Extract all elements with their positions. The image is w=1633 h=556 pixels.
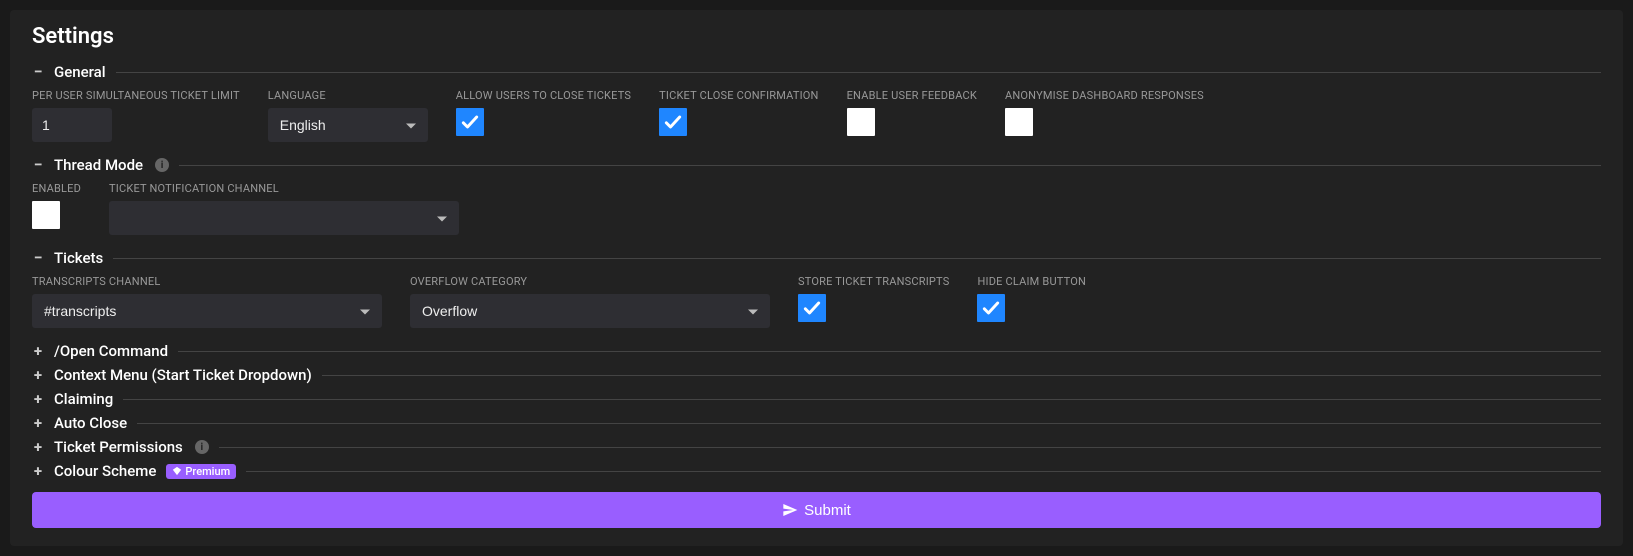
section-title: Claiming <box>54 390 113 408</box>
section-header-thread-mode[interactable]: − Thread Mode i <box>32 156 1601 174</box>
divider <box>219 447 1601 448</box>
section-body-thread-mode: ENABLED TICKET NOTIFICATION CHANNEL <box>32 182 1601 235</box>
section-body-general: PER USER SIMULTANEOUS TICKET LIMIT LANGU… <box>32 89 1601 142</box>
field-hide-claim: HIDE CLAIM BUTTON <box>977 275 1086 328</box>
section-title: Thread Mode <box>54 156 143 174</box>
section-header-open-command[interactable]: + /Open Command <box>32 342 1601 360</box>
expand-icon: + <box>32 440 44 455</box>
section-header-context-menu[interactable]: + Context Menu (Start Ticket Dropdown) <box>32 366 1601 384</box>
submit-label: Submit <box>804 502 851 519</box>
expand-icon: + <box>32 416 44 431</box>
section-title: Colour Scheme <box>54 462 156 480</box>
field-overflow-category: OVERFLOW CATEGORY Overflow <box>410 275 770 328</box>
close-confirm-checkbox[interactable] <box>659 108 687 136</box>
field-thread-enabled: ENABLED <box>32 182 81 235</box>
expand-icon: + <box>32 344 44 359</box>
section-header-auto-close[interactable]: + Auto Close <box>32 414 1601 432</box>
info-icon[interactable]: i <box>155 158 169 172</box>
field-label: ENABLE USER FEEDBACK <box>847 89 977 102</box>
section-title: Context Menu (Start Ticket Dropdown) <box>54 366 312 384</box>
ticket-limit-input[interactable] <box>32 108 112 142</box>
user-feedback-checkbox[interactable] <box>847 108 875 136</box>
thread-enabled-checkbox[interactable] <box>32 201 60 229</box>
field-store-transcripts: STORE TICKET TRANSCRIPTS <box>798 275 949 328</box>
paper-plane-icon <box>782 502 798 518</box>
transcripts-channel-select[interactable]: #transcripts <box>32 294 382 328</box>
check-icon <box>981 298 1001 318</box>
collapse-icon: − <box>32 250 44 266</box>
field-label: STORE TICKET TRANSCRIPTS <box>798 275 949 288</box>
check-icon <box>663 112 683 132</box>
info-icon[interactable]: i <box>195 440 209 454</box>
field-anonymise: ANONYMISE DASHBOARD RESPONSES <box>1005 89 1204 142</box>
field-label: TRANSCRIPTS CHANNEL <box>32 275 382 288</box>
section-header-tickets[interactable]: − Tickets <box>32 249 1601 267</box>
store-transcripts-checkbox[interactable] <box>798 294 826 322</box>
section-body-tickets: TRANSCRIPTS CHANNEL #transcripts OVERFLO… <box>32 275 1601 328</box>
section-title: General <box>54 63 106 81</box>
field-label: LANGUAGE <box>268 89 428 102</box>
settings-panel: Settings − General PER USER SIMULTANEOUS… <box>10 10 1623 546</box>
field-label: PER USER SIMULTANEOUS TICKET LIMIT <box>32 89 240 102</box>
diamond-icon <box>172 466 182 476</box>
field-label: OVERFLOW CATEGORY <box>410 275 770 288</box>
notif-channel-select[interactable] <box>109 201 459 235</box>
anonymise-checkbox[interactable] <box>1005 108 1033 136</box>
page-title: Settings <box>32 24 1601 49</box>
field-ticket-limit: PER USER SIMULTANEOUS TICKET LIMIT <box>32 89 240 142</box>
section-title: Ticket Permissions <box>54 438 183 456</box>
allow-close-checkbox[interactable] <box>456 108 484 136</box>
expand-icon: + <box>32 464 44 479</box>
section-header-general[interactable]: − General <box>32 63 1601 81</box>
field-close-confirm: TICKET CLOSE CONFIRMATION <box>659 89 818 142</box>
field-label: TICKET NOTIFICATION CHANNEL <box>109 182 459 195</box>
section-header-ticket-permissions[interactable]: + Ticket Permissions i <box>32 438 1601 456</box>
expand-icon: + <box>32 392 44 407</box>
divider <box>113 258 1601 259</box>
collapse-icon: − <box>32 64 44 80</box>
field-label: ANONYMISE DASHBOARD RESPONSES <box>1005 89 1204 102</box>
field-allow-close: ALLOW USERS TO CLOSE TICKETS <box>456 89 631 142</box>
expand-icon: + <box>32 368 44 383</box>
check-icon <box>460 112 480 132</box>
section-header-colour-scheme[interactable]: + Colour Scheme Premium <box>32 462 1601 480</box>
premium-badge: Premium <box>166 464 236 479</box>
section-title: /Open Command <box>54 342 168 360</box>
overflow-category-select[interactable]: Overflow <box>410 294 770 328</box>
field-language: LANGUAGE English <box>268 89 428 142</box>
divider <box>178 351 1601 352</box>
section-title: Auto Close <box>54 414 127 432</box>
divider <box>137 423 1601 424</box>
section-title: Tickets <box>54 249 103 267</box>
divider <box>116 72 1601 73</box>
divider <box>123 399 1601 400</box>
field-label: HIDE CLAIM BUTTON <box>977 275 1086 288</box>
submit-button[interactable]: Submit <box>32 492 1601 528</box>
check-icon <box>802 298 822 318</box>
divider <box>179 165 1601 166</box>
field-label: ENABLED <box>32 182 81 195</box>
divider <box>322 375 1601 376</box>
language-select[interactable]: English <box>268 108 428 142</box>
field-label: ALLOW USERS TO CLOSE TICKETS <box>456 89 631 102</box>
hide-claim-checkbox[interactable] <box>977 294 1005 322</box>
section-header-claiming[interactable]: + Claiming <box>32 390 1601 408</box>
divider <box>246 471 1601 472</box>
collapse-icon: − <box>32 157 44 173</box>
field-label: TICKET CLOSE CONFIRMATION <box>659 89 818 102</box>
badge-label: Premium <box>185 465 230 478</box>
field-transcripts-channel: TRANSCRIPTS CHANNEL #transcripts <box>32 275 382 328</box>
field-user-feedback: ENABLE USER FEEDBACK <box>847 89 977 142</box>
field-notif-channel: TICKET NOTIFICATION CHANNEL <box>109 182 459 235</box>
